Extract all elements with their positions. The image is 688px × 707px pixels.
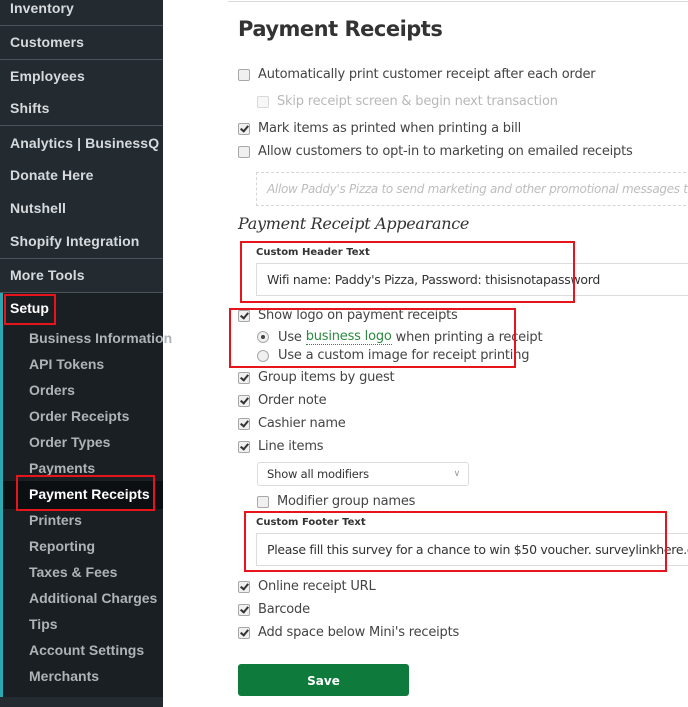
line-items-checkbox[interactable] [238, 440, 250, 453]
option-mini-space[interactable]: Add space below Mini's receipts [238, 625, 459, 640]
sidebar-item-more-tools[interactable]: More Tools [0, 259, 163, 291]
group-by-guest-checkbox[interactable] [238, 371, 250, 384]
option-modifier-group-names[interactable]: Modifier group names [257, 494, 415, 509]
barcode-checkbox[interactable] [238, 603, 250, 616]
cashier-name-label: Cashier name [258, 416, 346, 431]
option-logo-business[interactable]: Use business logo when printing a receip… [257, 329, 543, 345]
sidebar-subitem-tips[interactable]: Tips [29, 616, 58, 632]
sidebar-subitem-api-tokens[interactable]: API Tokens [29, 356, 104, 372]
online-receipt-url-checkbox[interactable] [238, 580, 250, 593]
skip-screen-checkbox [257, 95, 269, 108]
option-barcode[interactable]: Barcode [238, 602, 310, 617]
show-logo-label: Show logo on payment receipts [258, 308, 458, 323]
modifier-group-names-label: Modifier group names [277, 494, 416, 509]
sidebar-subitem-merchants[interactable]: Merchants [29, 668, 99, 684]
logo-custom-label: Use a custom image for receipt printing [278, 348, 530, 363]
page-title: Payment Receipts [238, 17, 443, 41]
order-note-checkbox[interactable] [238, 394, 250, 407]
option-order-note[interactable]: Order note [238, 393, 327, 408]
logo-business-suffix: when printing a receipt [395, 329, 543, 345]
sidebar-subitem-taxes-fees[interactable]: Taxes & Fees [29, 564, 117, 580]
sidebar-item-customers[interactable]: Customers [0, 26, 163, 58]
marketing-opt-in-checkbox[interactable] [238, 145, 250, 158]
option-skip-screen: Skip receipt screen & begin next transac… [257, 94, 558, 109]
sidebar-subitem-payment-receipts[interactable]: Payment Receipts [29, 486, 150, 502]
logo-business-prefix: Use [278, 329, 302, 345]
option-mark-printed[interactable]: Mark items as printed when printing a bi… [238, 121, 521, 136]
group-by-guest-label: Group items by guest [258, 370, 395, 385]
show-logo-checkbox[interactable] [238, 309, 250, 322]
barcode-label: Barcode [258, 602, 310, 617]
option-logo-custom[interactable]: Use a custom image for receipt printing [257, 348, 530, 363]
sidebar-divider [0, 125, 163, 126]
sidebar-subitem-business-information[interactable]: Business Information [29, 330, 172, 346]
mini-space-label: Add space below Mini's receipts [258, 625, 460, 640]
sidebar-item-analytics[interactable]: Analytics | BusinessQ [0, 127, 163, 159]
line-items-label: Line items [258, 439, 324, 454]
custom-header-label: Custom Header Text [256, 247, 370, 258]
logo-business-radio[interactable] [257, 331, 269, 343]
sidebar-subitem-orders[interactable]: Orders [29, 382, 75, 398]
sidebar-item-shifts[interactable]: Shifts [0, 92, 163, 124]
sidebar-item-inventory[interactable]: Inventory [0, 0, 163, 24]
option-cashier-name[interactable]: Cashier name [238, 416, 346, 431]
option-line-items[interactable]: Line items [238, 439, 324, 454]
business-logo-link[interactable]: business logo [305, 329, 392, 345]
option-auto-print[interactable]: Automatically print customer receipt aft… [238, 67, 596, 82]
sidebar-item-shopify[interactable]: Shopify Integration [0, 225, 163, 257]
mark-printed-label: Mark items as printed when printing a bi… [258, 121, 522, 136]
sidebar-item-employees[interactable]: Employees [0, 60, 163, 92]
auto-print-checkbox[interactable] [238, 68, 250, 81]
sidebar-footer [0, 697, 163, 707]
sidebar-subitem-order-types[interactable]: Order Types [29, 434, 110, 450]
sidebar-subitem-account-settings[interactable]: Account Settings [29, 642, 144, 658]
option-online-receipt-url[interactable]: Online receipt URL [238, 579, 376, 594]
modifiers-select-value: Show all modifiers [267, 467, 369, 481]
mark-printed-checkbox[interactable] [238, 122, 250, 135]
marketing-opt-in-label: Allow customers to opt-in to marketing o… [258, 144, 633, 159]
custom-footer-label: Custom Footer Text [256, 517, 366, 528]
option-show-logo[interactable]: Show logo on payment receipts [238, 308, 458, 323]
logo-custom-radio[interactable] [257, 349, 269, 362]
save-button[interactable]: Save [238, 664, 409, 696]
sidebar-subitem-additional-charges[interactable]: Additional Charges [29, 590, 157, 606]
sidebar-subitem-payments[interactable]: Payments [29, 460, 95, 476]
sidebar-subitem-printers[interactable]: Printers [29, 512, 82, 528]
modifier-group-names-checkbox[interactable] [257, 495, 269, 508]
option-group-by-guest[interactable]: Group items by guest [238, 370, 395, 385]
top-divider [228, 1, 688, 2]
skip-screen-label: Skip receipt screen & begin next transac… [277, 94, 558, 109]
sidebar-item-setup[interactable]: Setup [10, 300, 49, 316]
cashier-name-checkbox[interactable] [238, 417, 250, 430]
section-title-appearance: Payment Receipt Appearance [238, 214, 470, 233]
custom-header-input[interactable]: Wifi name: Paddy's Pizza, Password: this… [256, 263, 688, 296]
option-marketing-opt-in[interactable]: Allow customers to opt-in to marketing o… [238, 144, 633, 159]
sidebar-subitem-reporting[interactable]: Reporting [29, 538, 95, 554]
custom-footer-input[interactable]: Please fill this survey for a chance to … [256, 533, 688, 566]
sidebar-subitem-order-receipts[interactable]: Order Receipts [29, 408, 129, 424]
modifiers-select[interactable]: Show all modifiers ∨ [257, 462, 469, 486]
chevron-down-icon: ∨ [453, 469, 461, 479]
mini-space-checkbox[interactable] [238, 626, 250, 639]
online-receipt-url-label: Online receipt URL [258, 579, 376, 594]
marketing-message-input[interactable]: Allow Paddy's Pizza to send marketing an… [256, 172, 688, 206]
auto-print-label: Automatically print customer receipt aft… [258, 67, 596, 82]
sidebar-item-nutshell[interactable]: Nutshell [0, 192, 163, 224]
sidebar-item-donate[interactable]: Donate Here [0, 159, 163, 191]
order-note-label: Order note [258, 393, 327, 408]
